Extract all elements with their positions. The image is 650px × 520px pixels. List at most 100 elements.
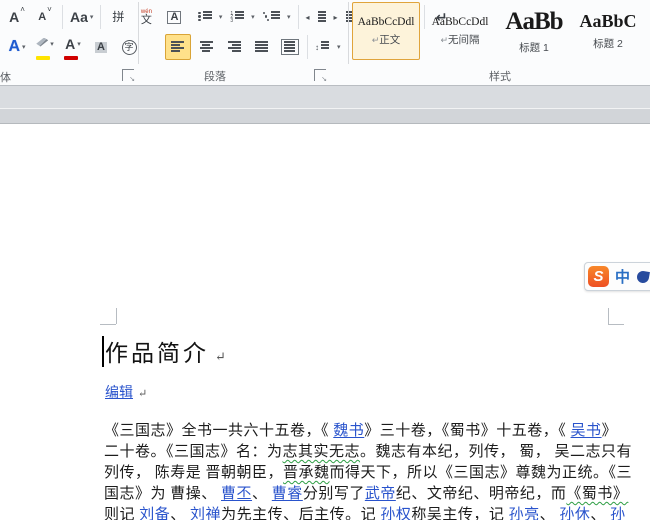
distributed-button[interactable] (277, 34, 303, 60)
input-method-extra-icon[interactable] (636, 269, 650, 284)
dropdown-arrow-icon[interactable]: ▾ (77, 40, 81, 48)
text-segment: 、 (170, 507, 191, 520)
line-spacing-button[interactable]: ↕ ▾ (312, 34, 344, 60)
paragraph-mark: ↵ (138, 388, 148, 400)
dropdown-arrow-icon[interactable]: ▾ (50, 40, 54, 48)
align-right-button[interactable] (221, 34, 247, 60)
margin-mark-icon (100, 324, 116, 325)
separator (62, 5, 63, 29)
text-segment: 、 (590, 507, 611, 520)
shrink-font-button[interactable]: A ˅ (32, 4, 58, 30)
style-card-无间隔[interactable]: AaBbCcDdl ↵无间隔 (426, 2, 494, 60)
paragraph-dialog-launcher-icon[interactable] (314, 69, 327, 83)
text-segment: 二十卷。《三国志》名：为 (104, 444, 283, 460)
text-segment: 、 (539, 507, 560, 520)
body-link[interactable]: 孙权 (380, 507, 411, 520)
style-card-标题1[interactable]: AaBb 标题 1 (500, 2, 568, 60)
change-case-button[interactable]: Aa ▾ (67, 4, 96, 30)
dropdown-arrow-icon[interactable]: ▾ (337, 43, 341, 51)
phonetic-guide-button[interactable]: 拼 (105, 4, 131, 30)
separator (100, 5, 102, 29)
dropdown-arrow-icon[interactable]: ▾ (90, 13, 94, 21)
text-cursor (102, 336, 104, 367)
paragraph-mark: ↵ (215, 349, 226, 364)
ribbon: A˄A˅Aa▾拼wén文A▾123▾▾◂▸X▾字Z↓↵ A▾▾A▾A字↕▾▾▾ … (0, 0, 650, 86)
bullet-list-button[interactable]: ▾ (195, 4, 225, 30)
dropdown-arrow-icon[interactable]: ▾ (251, 13, 255, 21)
align-left-button[interactable] (165, 34, 191, 60)
document-top-strip (0, 109, 650, 124)
body-link[interactable]: 孙休 (559, 507, 590, 520)
body-link[interactable]: 吴书 (571, 423, 602, 439)
style-label: 标题 1 (519, 41, 549, 54)
grammar-flagged-text: 《蜀书》 (566, 486, 629, 502)
style-preview: AaBbC (579, 11, 637, 31)
body-link[interactable]: 曹睿 (272, 486, 303, 502)
margin-mark-icon (608, 308, 609, 324)
styles-group-label: 样式 (489, 71, 511, 83)
font-color-button[interactable]: A ▾ (60, 31, 86, 63)
style-label: ↵无间隔 (440, 33, 480, 46)
text-line: 则记 刘备、 刘禅为先主传、后主传。记 孙权称吴主传，记 孙亮、 孙休、 孙 (104, 505, 632, 520)
style-card-标题2[interactable]: AaBbC 标题 2 (574, 2, 642, 60)
sogou-logo-icon[interactable]: S (588, 266, 609, 287)
text-segment: 而得天下，所以《三国志》尊魏为正统。《三 (329, 465, 633, 481)
style-preview: AaBb (505, 7, 563, 35)
text-segment: 纪、文帝纪、明帝纪，而 (395, 486, 567, 502)
justify-button[interactable] (249, 34, 275, 60)
numbered-list-button[interactable]: 1 2 3 ▾ (227, 4, 257, 30)
font-dialog-launcher-icon[interactable] (122, 69, 135, 83)
input-method-bar[interactable]: S 中 (584, 262, 650, 291)
character-border-button[interactable]: A (161, 4, 187, 30)
style-label: 标题 2 (593, 38, 623, 50)
body-link[interactable]: 魏书 (333, 423, 364, 439)
character-shading-button[interactable]: A (88, 34, 114, 60)
text-effects-button[interactable]: A ▾ (4, 34, 30, 60)
text-segment: 《三国志》全书一共六十五卷，《 (104, 423, 334, 439)
ribbon-lower-strip (0, 86, 650, 109)
grammar-flagged-text: 志其实无志 (282, 444, 361, 460)
multilevel-list-button[interactable]: ▾ (260, 4, 294, 30)
text-segment: 》三十卷，《蜀书》十五卷，《 (364, 423, 571, 439)
style-preview: AaBbCcDdl (357, 15, 415, 28)
body-link[interactable]: 曹丕 (221, 486, 252, 502)
document-title-text: 作品简介 (105, 341, 209, 366)
text-highlight-button[interactable]: ▾ (32, 31, 58, 63)
align-center-button[interactable] (193, 34, 219, 60)
dropdown-arrow-icon[interactable]: ▾ (287, 13, 291, 21)
ribbon-row-2: A▾▾A▾A字↕▾▾▾ (0, 33, 408, 61)
document-page[interactable]: 作品简介 ↵ 编辑 ↵ 《三国志》全书一共六十五卷，《 魏书》三十卷，《蜀书》十五卷… (0, 124, 650, 520)
document-title: 作品简介 ↵ (105, 334, 226, 368)
body-link[interactable]: 孙亮 (509, 507, 540, 520)
paragraph-1: 《三国志》全书一共六十五卷，《 魏书》三十卷，《蜀书》十五卷，《 吴书》 二十卷。… (104, 421, 632, 520)
text-segment: 称吴主传，记 (411, 507, 509, 520)
margin-mark-icon (608, 324, 624, 325)
grow-font-button[interactable]: A ˄ (4, 4, 30, 30)
separator (307, 35, 308, 59)
edit-link[interactable]: 编辑 (105, 386, 133, 401)
text-line: 列传， 陈寿是 晋朝朝臣，晋承魏而得天下，所以《三国志》尊魏为正统。《三 (104, 463, 632, 484)
margin-mark-icon (116, 308, 117, 324)
style-card-正文[interactable]: AaBbCcDdl ↵正文 (352, 2, 420, 60)
body-link[interactable]: 刘禅 (190, 507, 221, 520)
dropdown-arrow-icon[interactable]: ▾ (219, 13, 223, 21)
decrease-indent-button[interactable]: ◂ (303, 4, 329, 30)
text-segment: 分别写了 (302, 486, 365, 502)
group-divider (348, 2, 349, 64)
text-line: 国志》为 曹操、 曹丕、 曹睿分别写了武帝纪、文帝纪、明帝纪，而《蜀书》 (104, 484, 632, 505)
grammar-flagged-text: 晋承魏 (283, 465, 330, 481)
text-segment: 国志》为 曹操、 (104, 486, 222, 502)
text-segment: 、 (252, 486, 272, 502)
text-segment: 。魏志有本纪，列传， 蜀， 吴二志只有 (360, 444, 633, 460)
text-segment: 为先主传、后主传。记 (221, 507, 381, 520)
input-mode-chinese[interactable]: 中 (615, 266, 630, 287)
text-segment: 》 (601, 423, 618, 439)
body-link[interactable]: 孙 (610, 507, 626, 520)
body-link[interactable]: 武帝 (365, 486, 396, 502)
text-line: 《三国志》全书一共六十五卷，《 魏书》三十卷，《蜀书》十五卷，《 吴书》 (104, 421, 632, 442)
text-line: 二十卷。《三国志》名：为志其实无志。魏志有本纪，列传， 蜀， 吴二志只有 (104, 442, 632, 463)
body-link[interactable]: 刘备 (139, 507, 170, 520)
text-segment: 列传， 陈寿是 晋朝朝臣， (104, 465, 284, 481)
dropdown-arrow-icon[interactable]: ▾ (22, 43, 26, 51)
paragraph-group-label: 段落 (204, 71, 226, 83)
